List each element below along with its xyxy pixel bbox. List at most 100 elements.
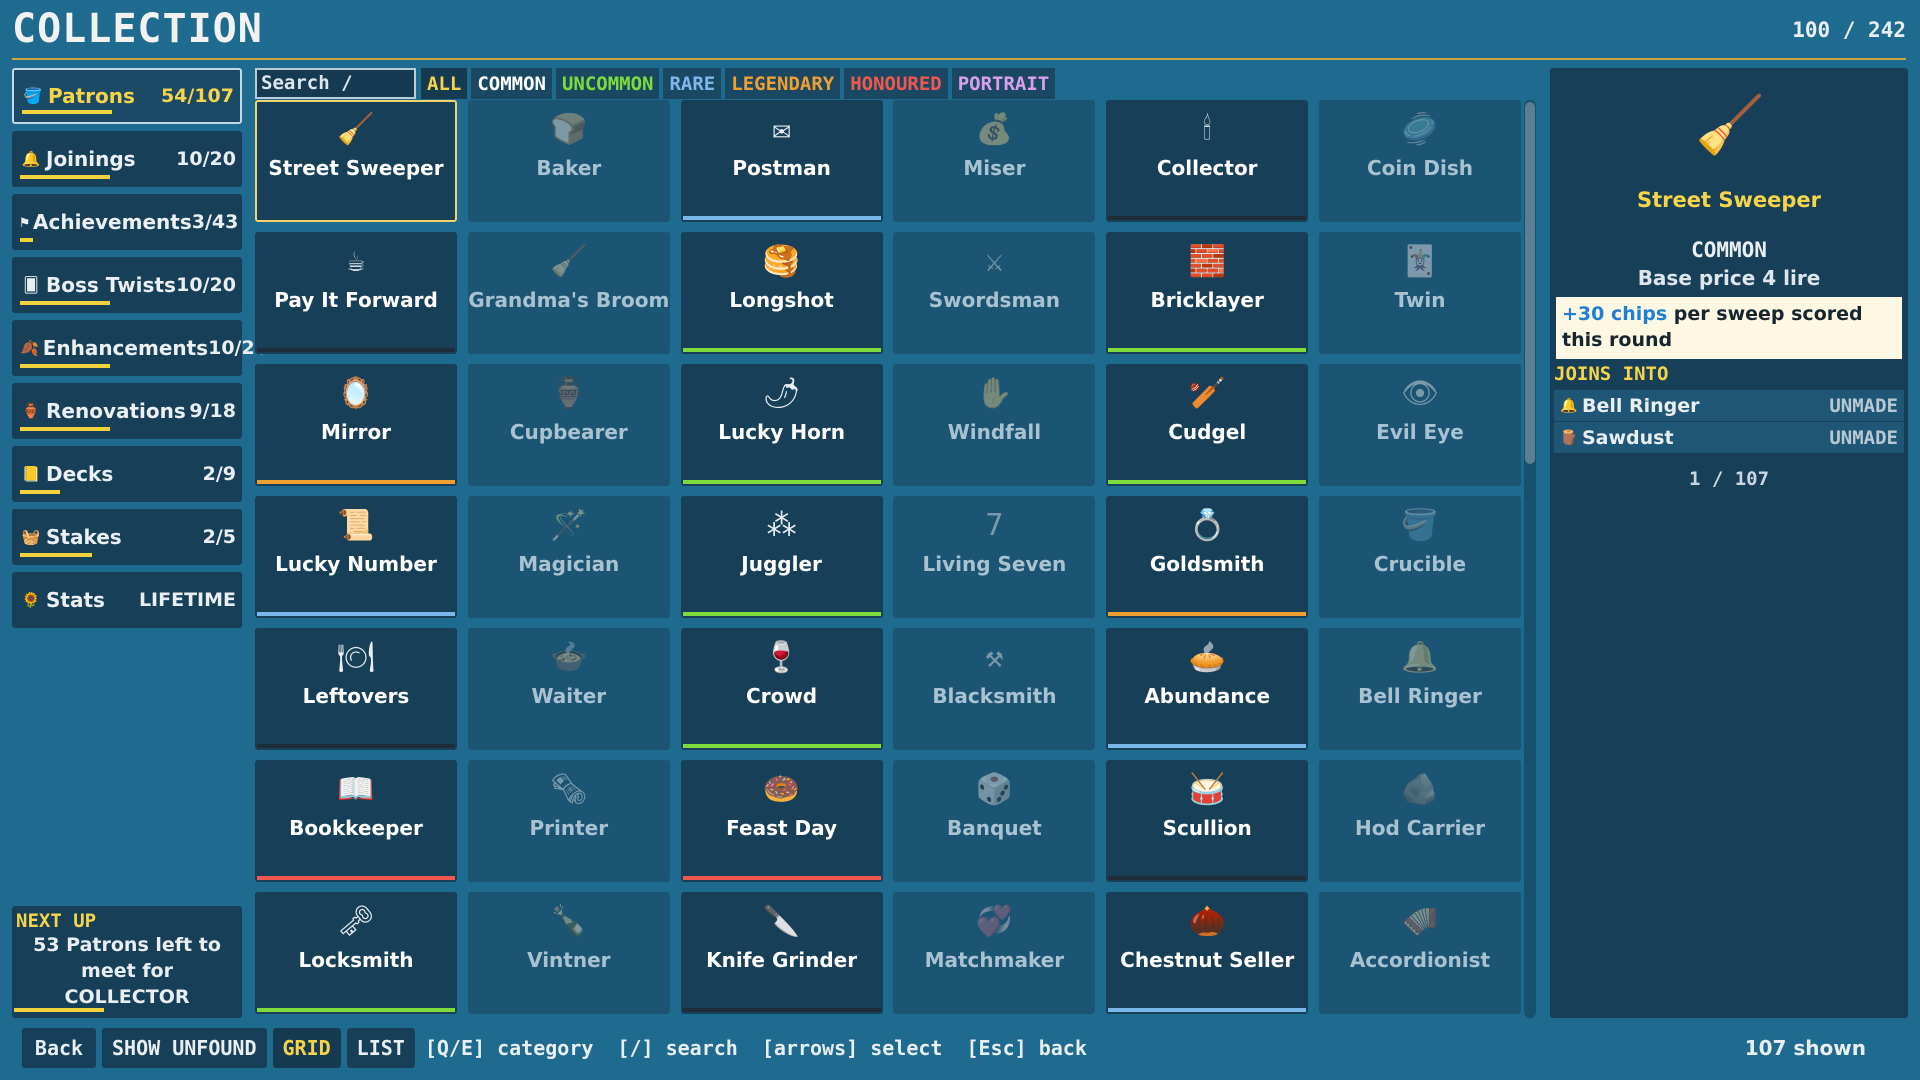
filter-tab-honoured[interactable]: HONOURED xyxy=(844,68,948,99)
sidebar-item-stakes[interactable]: 🧺 Stakes 2/5 xyxy=(12,509,242,565)
sidebar-item-joinings[interactable]: 🔔 Joinings 10/20 xyxy=(12,131,242,187)
patron-card[interactable]: 🍩 Feast Day xyxy=(680,760,883,882)
sidebar-item-stats[interactable]: 🌻 Stats LIFETIME xyxy=(12,572,242,628)
sidebar-item-enhancements[interactable]: 🍂 Enhancements 10/20 xyxy=(12,320,268,376)
patron-card[interactable]: ☕ Pay It Forward xyxy=(255,232,457,354)
filter-tab-all[interactable]: ALL xyxy=(421,68,468,99)
patron-card[interactable]: 7 Living Seven xyxy=(893,496,1096,618)
scrollbar-thumb[interactable] xyxy=(1525,102,1535,464)
flag-icon: ⚑ xyxy=(20,213,30,231)
filter-tab-legendary[interactable]: LEGENDARY xyxy=(725,68,841,99)
hint-category: [Q/E] category xyxy=(424,1036,594,1060)
hint-select: [arrows] select xyxy=(761,1036,943,1060)
rarity-bar xyxy=(682,348,881,352)
grid-view-button[interactable]: GRID xyxy=(272,1028,341,1068)
patron-card[interactable]: 🍾 Vintner xyxy=(467,892,670,1014)
patron-card[interactable]: ⚒ Blacksmith xyxy=(893,628,1096,750)
patron-card[interactable]: 💰 Miser xyxy=(893,100,1096,222)
footer-bar: Back SHOW UNFOUND GRID LIST [Q/E] catego… xyxy=(22,1028,1087,1068)
patron-card[interactable]: 🪗 Accordionist xyxy=(1318,892,1521,1014)
patron-name: Crowd xyxy=(746,684,818,708)
cup-icon: 🏺 xyxy=(550,375,588,411)
patron-card[interactable]: 🍞 Baker xyxy=(467,100,670,222)
joins-into-row[interactable]: 🪵 Sawdust UNMADE xyxy=(1554,422,1904,453)
patron-card[interactable]: 🏺 Cupbearer xyxy=(467,364,670,486)
sawdust-icon: 🪵 xyxy=(1560,429,1578,446)
patron-card[interactable]: 📜 Lucky Number xyxy=(255,496,457,618)
search-input[interactable]: Search / xyxy=(255,68,416,99)
filter-tab-portrait[interactable]: PORTRAIT xyxy=(951,68,1056,99)
patron-name: Feast Day xyxy=(726,816,838,840)
swords-icon: ⚔ xyxy=(985,243,1004,279)
patron-card[interactable]: 🪨 Hod Carrier xyxy=(1318,760,1521,882)
patron-name: Juggler xyxy=(741,552,822,576)
patron-name: Locksmith xyxy=(298,948,414,972)
patron-card[interactable]: 💍 Goldsmith xyxy=(1106,496,1309,618)
detail-name: Street Sweeper xyxy=(1637,188,1821,212)
patron-card[interactable]: 🔔 Bell Ringer xyxy=(1318,628,1521,750)
show-unfound-button[interactable]: SHOW UNFOUND xyxy=(102,1028,267,1068)
hod-icon: 🪨 xyxy=(1401,771,1439,807)
broom-icon: 🧹 xyxy=(550,243,588,279)
patron-card[interactable]: 🍷 Crowd xyxy=(680,628,883,750)
patron-card[interactable]: ✋ Windfall xyxy=(893,364,1096,486)
patron-card[interactable]: 🪄 Magician xyxy=(467,496,670,618)
patron-name: Banquet xyxy=(947,816,1042,840)
sidebar-item-achievements[interactable]: ⚑ Achievements 3/43 xyxy=(12,194,242,250)
ring-icon: 💍 xyxy=(1188,507,1226,543)
patron-card[interactable]: 🗞 Printer xyxy=(467,760,670,882)
patron-card[interactable]: 🪞 Mirror xyxy=(255,364,457,486)
rarity-bar xyxy=(257,348,455,352)
patron-card[interactable]: ⁂ Juggler xyxy=(680,496,883,618)
grid-scrollbar[interactable] xyxy=(1524,100,1536,1018)
sidebar-item-patrons[interactable]: 🪣 Patrons 54/107 xyxy=(12,68,242,124)
detail-rarity: COMMON xyxy=(1691,238,1767,262)
patron-name: Swordsman xyxy=(928,288,1061,312)
patron-card[interactable]: 👁 Evil Eye xyxy=(1318,364,1521,486)
sidebar-item-decks[interactable]: 📒 Decks 2/9 xyxy=(12,446,242,502)
filter-tab-common[interactable]: COMMON xyxy=(471,68,552,99)
sidebar-item-renovations[interactable]: 🏺 Renovations 9/18 xyxy=(12,383,242,439)
rarity-bar xyxy=(682,744,881,748)
patron-card[interactable]: 🪣 Crucible xyxy=(1318,496,1521,618)
sidebar-item-label: Stakes xyxy=(46,525,122,549)
patron-card[interactable]: 🥞 Longshot xyxy=(680,232,883,354)
patron-card[interactable]: 🃏 Twin xyxy=(1318,232,1521,354)
rarity-bar xyxy=(682,612,881,616)
bell-icon: 🔔 xyxy=(1401,639,1439,675)
patron-card[interactable]: ⚔ Swordsman xyxy=(893,232,1096,354)
filter-tab-uncommon[interactable]: UNCOMMON xyxy=(555,68,660,99)
patron-card[interactable]: 📖 Bookkeeper xyxy=(255,760,457,882)
back-button[interactable]: Back xyxy=(22,1028,96,1068)
patron-card[interactable]: 🗝 Locksmith xyxy=(255,892,457,1014)
patron-card[interactable]: 🕯 Collector xyxy=(1106,100,1309,222)
patron-card[interactable]: ✉ Postman xyxy=(680,100,883,222)
patron-card[interactable]: 🍽 Leftovers xyxy=(255,628,457,750)
patron-card[interactable]: 🌶 Lucky Horn xyxy=(680,364,883,486)
joins-into-status: UNMADE xyxy=(1829,394,1898,417)
patron-name: Chestnut Seller xyxy=(1120,948,1295,972)
patron-card[interactable]: 🥏 Coin Dish xyxy=(1318,100,1521,222)
donut-icon: 🍩 xyxy=(762,771,801,807)
detail-panel: 🧹 Street Sweeper COMMON Base price 4 lir… xyxy=(1550,68,1908,1018)
patron-card[interactable]: 💞 Matchmaker xyxy=(893,892,1096,1014)
patron-card[interactable]: 🥁 Scullion xyxy=(1106,760,1309,882)
seven-icon: 7 xyxy=(985,507,1004,543)
filter-tab-rare[interactable]: RARE xyxy=(663,68,722,99)
patron-card[interactable]: 🧹 Street Sweeper xyxy=(255,100,457,222)
patron-name: Pay It Forward xyxy=(274,288,438,312)
patron-card[interactable]: 🧹 Grandma's Broom xyxy=(467,232,670,354)
horn-icon: 🌶 xyxy=(762,375,801,411)
patron-card[interactable]: 🎲 Banquet xyxy=(893,760,1096,882)
joins-into-row[interactable]: 🔔 Bell Ringer UNMADE xyxy=(1554,390,1904,421)
knife-icon: 🔪 xyxy=(762,903,801,939)
patron-card[interactable]: 🌰 Chestnut Seller xyxy=(1106,892,1309,1014)
patron-card[interactable]: 🏏 Cudgel xyxy=(1106,364,1309,486)
patron-name: Hod Carrier xyxy=(1355,816,1485,840)
patron-card[interactable]: 🍲 Waiter xyxy=(467,628,670,750)
patron-card[interactable]: 🔪 Knife Grinder xyxy=(680,892,883,1014)
patron-card[interactable]: 🥧 Abundance xyxy=(1106,628,1309,750)
list-view-button[interactable]: LIST xyxy=(346,1028,415,1068)
patron-card[interactable]: 🧱 Bricklayer xyxy=(1106,232,1309,354)
sidebar-item-boss-twists[interactable]: 🂠 Boss Twists 10/20 xyxy=(12,257,242,313)
